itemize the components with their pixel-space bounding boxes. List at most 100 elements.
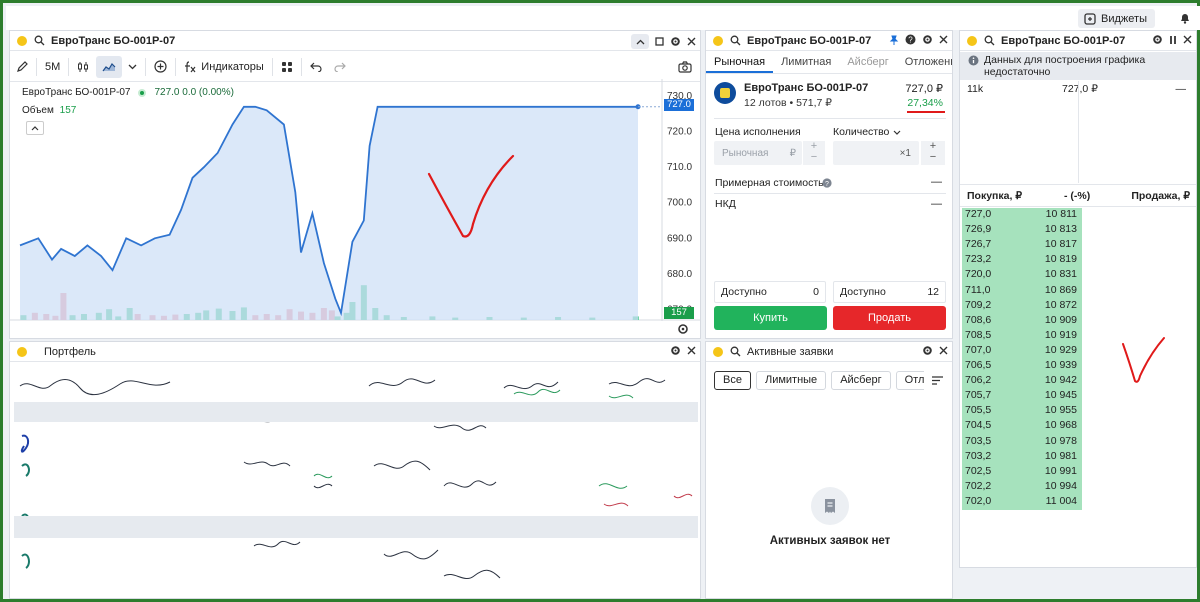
grid-layout-icon[interactable] xyxy=(275,56,299,78)
volume-bar xyxy=(69,315,76,320)
price-input[interactable]: Рыночная ₽ xyxy=(714,141,802,165)
volume-bar xyxy=(555,317,562,320)
y-tick-label: 700.0 xyxy=(667,198,692,209)
y-tick-label: 720.0 xyxy=(667,127,692,138)
orderbook-row[interactable]: 706,5 10 939 xyxy=(962,359,1080,374)
gear-icon[interactable] xyxy=(670,345,681,356)
orderbook-row[interactable]: 727,0 10 811 xyxy=(962,208,1080,223)
orderbook-row[interactable]: 702,0 11 004 xyxy=(962,495,1080,510)
orderbook-row[interactable]: 709,2 10 872 xyxy=(962,299,1080,314)
toolbar-divider xyxy=(36,57,37,76)
filter-settings-icon[interactable] xyxy=(931,375,944,386)
pause-icon[interactable] xyxy=(1169,35,1177,45)
quantity-label[interactable]: Количество xyxy=(833,126,901,138)
pin-icon[interactable] xyxy=(889,35,899,45)
close-icon[interactable] xyxy=(939,346,948,355)
orderbook-row[interactable]: 711,0 10 869 xyxy=(962,284,1080,299)
axis-settings-icon[interactable] xyxy=(677,323,689,335)
link-color-dot[interactable] xyxy=(17,346,27,357)
search-icon[interactable] xyxy=(984,35,995,46)
gear-icon[interactable] xyxy=(670,36,681,47)
search-icon[interactable] xyxy=(730,35,741,46)
close-icon[interactable] xyxy=(687,37,696,46)
help-icon[interactable]: ? xyxy=(822,178,832,188)
orderbook-row[interactable]: 708,6 10 909 xyxy=(962,314,1080,329)
gear-icon[interactable] xyxy=(922,34,933,45)
close-icon[interactable] xyxy=(1183,35,1192,44)
close-icon[interactable] xyxy=(687,346,696,355)
orderbook-price: 702,0 xyxy=(965,494,992,507)
price-minus[interactable]: − xyxy=(803,152,825,163)
close-icon[interactable] xyxy=(939,35,948,44)
volume-bar xyxy=(215,308,222,320)
orderbook-row[interactable]: 705,5 10 955 xyxy=(962,404,1080,419)
price-stepper[interactable]: + − xyxy=(803,141,825,165)
candles-icon[interactable] xyxy=(71,56,96,78)
orderbook-qty: 10 909 xyxy=(1044,313,1077,326)
volume-bar xyxy=(240,307,247,320)
indicators-button[interactable]: Индикаторы xyxy=(178,56,270,78)
tab-market[interactable]: Рыночная xyxy=(706,52,774,73)
red-underline-annotation xyxy=(907,111,945,113)
orderbook-row[interactable]: 726,9 10 813 xyxy=(962,223,1080,238)
orderbook-row[interactable]: 703,5 10 978 xyxy=(962,435,1080,450)
timeframe-button[interactable]: 5M xyxy=(39,56,66,78)
widgets-button[interactable]: Виджеты xyxy=(1078,9,1155,28)
orderbook-row[interactable]: 720,0 10 831 xyxy=(962,268,1080,283)
link-color-dot[interactable] xyxy=(713,35,723,46)
link-color-dot[interactable] xyxy=(17,35,27,46)
orderbook-row[interactable]: 703,2 10 981 xyxy=(962,450,1080,465)
tab-pending[interactable]: Отложенная xyxy=(897,52,952,73)
orderbook-qty: 10 994 xyxy=(1044,479,1077,492)
undo-icon[interactable] xyxy=(304,56,328,78)
volume-bar xyxy=(343,312,350,320)
chip-pending[interactable]: Отложенные xyxy=(895,371,924,390)
quantity-stepper[interactable]: + − xyxy=(921,141,945,165)
app-frame: Виджеты ЕвроТранс БО-001Р-07 5M Индикато… xyxy=(0,0,1200,602)
redo-icon[interactable] xyxy=(328,56,352,78)
link-color-dot[interactable] xyxy=(713,346,723,357)
chip-iceberg[interactable]: Айсберг xyxy=(831,371,891,390)
camera-icon[interactable] xyxy=(672,56,698,78)
orderbook-price: 705,7 xyxy=(965,389,992,402)
gear-icon[interactable] xyxy=(1152,34,1163,45)
area-chart-icon[interactable] xyxy=(96,55,123,78)
pencil-icon[interactable] xyxy=(10,56,34,78)
window-icon[interactable] xyxy=(655,37,664,46)
orderbook-row[interactable]: 726,7 10 817 xyxy=(962,238,1080,253)
add-circle-icon[interactable] xyxy=(148,56,173,78)
search-icon[interactable] xyxy=(730,346,741,357)
orderbook-row[interactable]: 702,2 10 994 xyxy=(962,480,1080,495)
orderbook-price: 709,2 xyxy=(965,298,992,311)
volume-bar xyxy=(31,312,38,320)
volume-bar xyxy=(43,314,50,320)
orderbook-row[interactable]: 723,2 10 819 xyxy=(962,253,1080,268)
chip-limit[interactable]: Лимитные xyxy=(755,371,827,390)
volume-bar xyxy=(126,308,133,320)
tab-iceberg[interactable]: Айсберг xyxy=(839,52,896,73)
bell-icon[interactable] xyxy=(1178,11,1192,25)
gear-icon[interactable] xyxy=(922,345,933,356)
orderbook-row[interactable]: 707,0 10 929 xyxy=(962,344,1080,359)
orderbook-row[interactable]: 702,5 10 991 xyxy=(962,465,1080,480)
link-color-dot[interactable] xyxy=(967,35,977,46)
tab-limit[interactable]: Лимитная xyxy=(773,52,839,73)
sell-button[interactable]: Продать xyxy=(833,306,946,330)
quantity-input[interactable]: ×1 xyxy=(833,141,919,165)
help-icon[interactable]: ? xyxy=(905,34,916,45)
instrument-name: ЕвроТранс БО-001Р-07 xyxy=(744,82,869,94)
top-bar: Виджеты xyxy=(6,6,1200,30)
chevron-up-icon xyxy=(31,125,39,130)
widgets-label: Виджеты xyxy=(1101,12,1147,25)
orderbook-row[interactable]: 706,2 10 942 xyxy=(962,374,1080,389)
search-icon[interactable] xyxy=(34,35,45,46)
collapse-chevron-icon[interactable] xyxy=(631,34,649,49)
orderbook-row[interactable]: 708,5 10 919 xyxy=(962,329,1080,344)
quantity-minus[interactable]: − xyxy=(921,152,945,163)
chip-all[interactable]: Все xyxy=(714,371,751,390)
orderbook-row[interactable]: 705,7 10 945 xyxy=(962,389,1080,404)
buy-button[interactable]: Купить xyxy=(714,306,827,330)
legend-collapse-button[interactable] xyxy=(26,121,44,135)
orderbook-row[interactable]: 704,5 10 968 xyxy=(962,419,1080,434)
chevron-down-icon[interactable] xyxy=(122,56,143,78)
